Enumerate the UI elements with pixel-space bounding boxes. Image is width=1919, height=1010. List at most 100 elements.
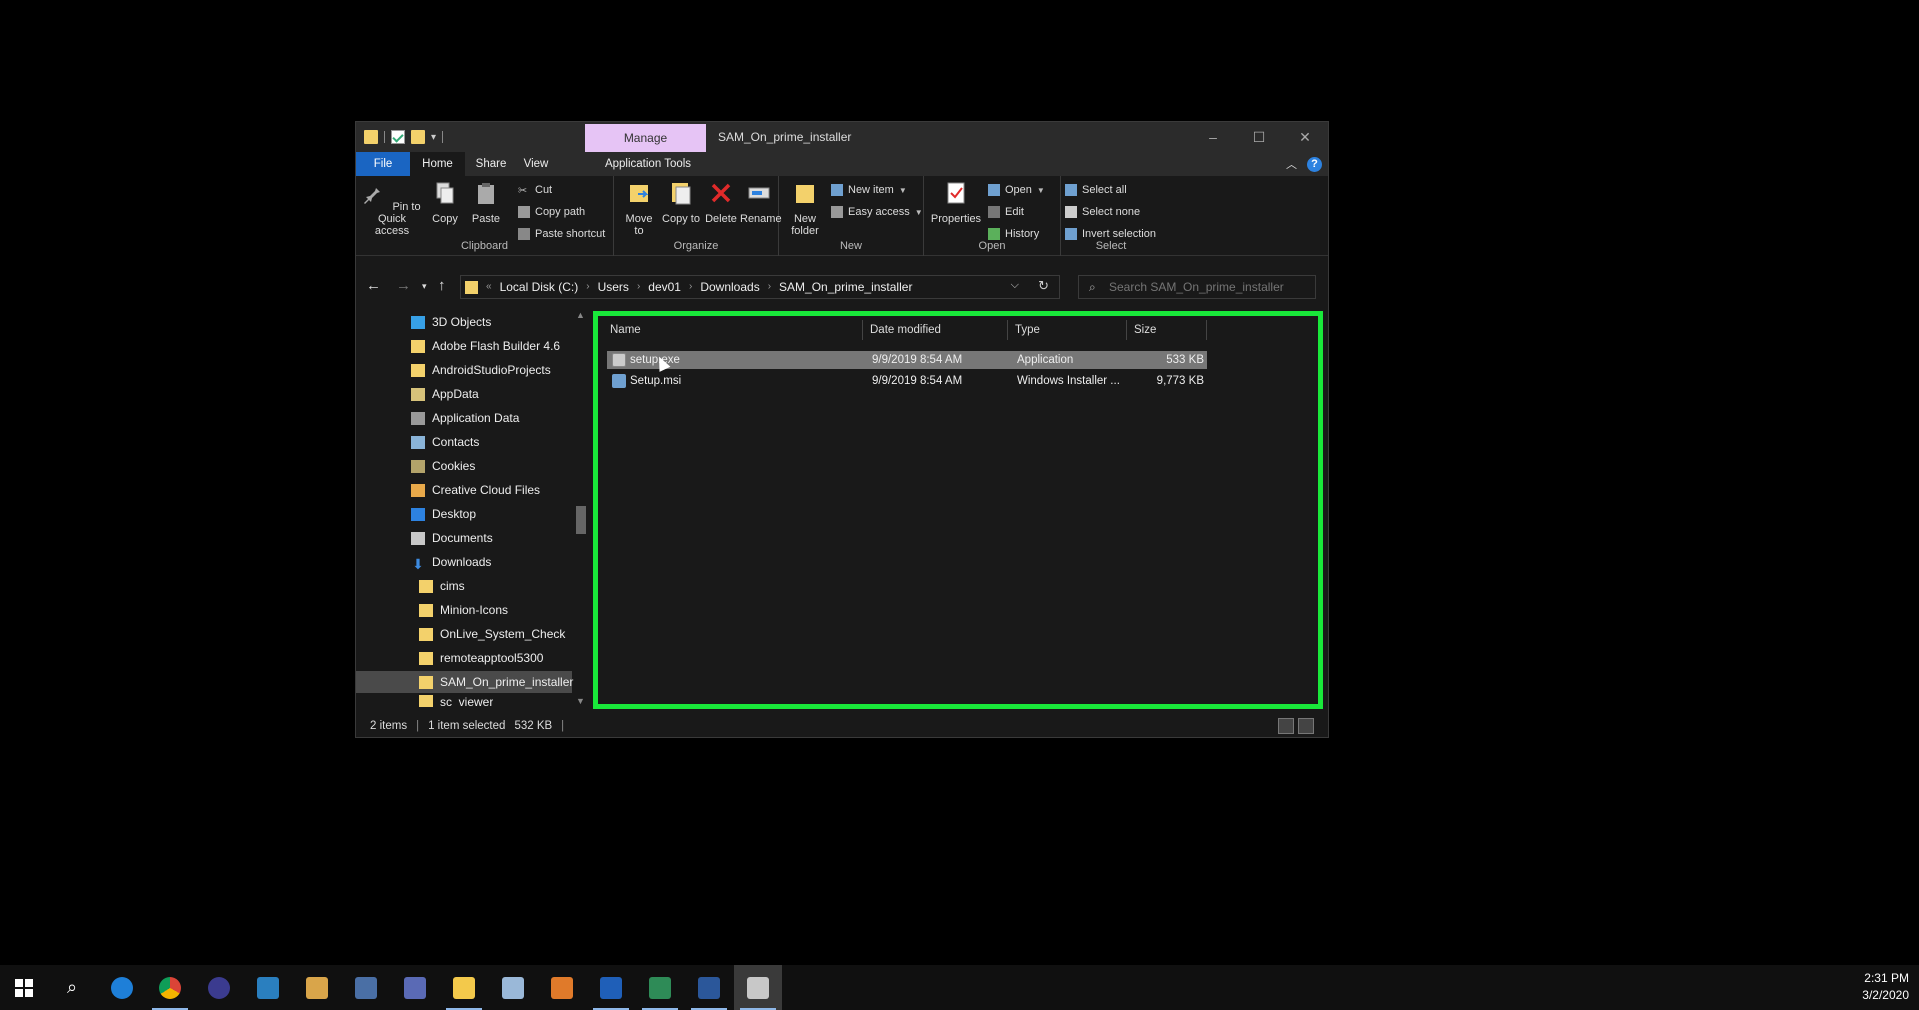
nav-item-3d-objects[interactable]: 3D Objects — [411, 311, 491, 333]
file-row-setup-msi[interactable]: Setup.msi 9/9/2019 8:54 AM Windows Insta… — [607, 372, 1207, 390]
tab-manage[interactable]: Manage — [585, 124, 706, 152]
nav-item-sc-viewer[interactable]: sc_viewer — [419, 695, 493, 707]
tab-file[interactable]: File — [356, 152, 410, 176]
nav-item-cims[interactable]: cims — [419, 575, 465, 597]
tab-home[interactable]: Home — [410, 152, 465, 176]
chevron-right-icon[interactable]: › — [768, 276, 771, 298]
nav-item-contacts[interactable]: Contacts — [411, 431, 479, 453]
taskbar-vpn[interactable] — [195, 965, 243, 1010]
move-to-button[interactable]: Move to — [620, 180, 658, 237]
nav-item-creative-cloud-files[interactable]: Creative Cloud Files — [411, 479, 540, 501]
paste-button[interactable]: Paste — [468, 180, 504, 225]
easy-access-button[interactable]: Easy access ▼ — [831, 203, 923, 221]
column-header-name[interactable]: Name — [603, 320, 863, 340]
up-arrow-icon[interactable]: ↑ — [438, 277, 446, 294]
nav-item-androidstudioprojects[interactable]: AndroidStudioProjects — [411, 359, 551, 381]
select-all-button[interactable]: Select all — [1065, 181, 1127, 199]
breadcrumb-local-disk[interactable]: Local Disk (C:) — [500, 276, 579, 298]
scrollbar-thumb[interactable] — [576, 506, 586, 534]
search-icon: ⌕ — [1089, 280, 1096, 294]
details-view-icon[interactable] — [1278, 718, 1294, 734]
chevron-right-icon[interactable]: › — [637, 276, 640, 298]
close-button[interactable]: ✕ — [1282, 122, 1328, 152]
file-size: 9,773 KB — [1156, 375, 1204, 387]
properties-button[interactable]: Properties — [928, 180, 984, 225]
file-date: 9/9/2019 8:54 AM — [872, 375, 963, 387]
taskbar-app-5[interactable] — [293, 965, 341, 1010]
properties-icon[interactable] — [391, 130, 405, 144]
taskbar-app-6[interactable] — [342, 965, 390, 1010]
start-button[interactable] — [0, 965, 48, 1010]
file-row-setup-exe[interactable]: setup.exe 9/9/2019 8:54 AM Application 5… — [607, 351, 1207, 369]
nav-item-application-data[interactable]: Application Data — [411, 407, 519, 429]
cut-button[interactable]: ✂ Cut — [518, 181, 552, 199]
tab-view[interactable]: View — [516, 152, 556, 176]
nav-item-sam-on-prime-installer[interactable]: SAM_On_prime_installer — [356, 671, 573, 693]
column-header-type[interactable]: Type — [1008, 320, 1127, 340]
back-arrow-icon[interactable]: ← — [366, 277, 381, 294]
nav-item-appdata[interactable]: AppData — [411, 383, 479, 405]
taskbar-edge[interactable] — [98, 965, 146, 1010]
customize-toolbar-icon[interactable]: ▾ — [431, 132, 436, 143]
column-header-date-modified[interactable]: Date modified — [863, 320, 1008, 340]
nav-item-documents[interactable]: Documents — [411, 527, 493, 549]
address-bar[interactable]: « Local Disk (C:) › Users › dev01 › Down… — [460, 275, 1060, 299]
taskbar-app-10[interactable] — [538, 965, 586, 1010]
nav-item-onlive-system-check[interactable]: OnLive_System_Check — [419, 623, 565, 645]
forward-arrow-icon[interactable]: → — [396, 277, 411, 294]
tab-share[interactable]: Share — [471, 152, 511, 176]
nav-scrollbar[interactable]: ▲ ▼ — [574, 310, 588, 706]
maximize-button[interactable]: ☐ — [1236, 122, 1282, 152]
chevron-right-icon[interactable]: › — [689, 276, 692, 298]
nav-item-adobe-flash-builder[interactable]: Adobe Flash Builder 4.6 — [411, 335, 560, 357]
search-input[interactable] — [1109, 278, 1309, 296]
pin-to-quick-access-button[interactable]: Pin to Quick access — [362, 180, 422, 237]
nav-item-downloads[interactable]: ⬇ Downloads — [411, 551, 491, 573]
large-icons-view-icon[interactable] — [1298, 718, 1314, 734]
new-folder-icon[interactable] — [411, 130, 425, 144]
select-none-button[interactable]: Select none — [1065, 203, 1140, 221]
breadcrumb-current-folder[interactable]: SAM_On_prime_installer — [779, 276, 912, 298]
new-item-button[interactable]: New item ▼ — [831, 181, 907, 199]
nav-item-desktop[interactable]: Desktop — [411, 503, 476, 525]
rename-button[interactable]: Rename — [740, 180, 782, 225]
breadcrumb-dev01[interactable]: dev01 — [648, 276, 681, 298]
taskbar-app-4[interactable] — [244, 965, 292, 1010]
taskbar-file-explorer[interactable] — [440, 965, 488, 1010]
search-box[interactable]: ⌕ — [1078, 275, 1316, 299]
taskbar-app-7[interactable] — [391, 965, 439, 1010]
clock-time: 2:31 PM — [1864, 971, 1909, 985]
chevron-down-icon[interactable]: ⌵ — [1011, 279, 1019, 292]
help-icon[interactable]: ? — [1307, 156, 1322, 172]
copy-path-button[interactable]: Copy path — [518, 203, 585, 221]
search-button[interactable]: ⌕ — [48, 965, 96, 1010]
new-folder-button[interactable]: New folder — [783, 180, 827, 237]
taskbar-app-14[interactable] — [734, 965, 782, 1010]
copy-to-button[interactable]: Copy to — [662, 180, 700, 225]
ribbon-tabs: File Home Share View Application Tools ︿… — [356, 152, 1328, 176]
delete-button[interactable]: Delete — [704, 180, 738, 225]
edit-button[interactable]: Edit — [988, 203, 1024, 221]
refresh-icon[interactable]: ↻ — [1038, 278, 1049, 294]
taskbar-word[interactable] — [685, 965, 733, 1010]
tab-application-tools[interactable]: Application Tools — [589, 152, 707, 176]
recent-locations-icon[interactable]: ▾ — [422, 281, 427, 292]
collapse-ribbon-icon[interactable]: ︿ — [1286, 156, 1297, 172]
minimize-button[interactable]: – — [1190, 122, 1236, 152]
taskbar-app-9[interactable] — [489, 965, 537, 1010]
system-clock[interactable]: 2:31 PM 3/2/2020 — [1862, 970, 1909, 1004]
column-header-size[interactable]: Size — [1127, 320, 1207, 340]
nav-item-cookies[interactable]: Cookies — [411, 455, 475, 477]
scroll-down-icon[interactable]: ▼ — [576, 696, 585, 706]
open-button[interactable]: Open ▼ — [988, 181, 1045, 199]
breadcrumb-downloads[interactable]: Downloads — [700, 276, 759, 298]
nav-item-remoteapptool5300[interactable]: remoteapptool5300 — [419, 647, 543, 669]
taskbar-app-12[interactable] — [636, 965, 684, 1010]
copy-button[interactable]: Copy — [428, 180, 462, 225]
taskbar-chrome[interactable] — [146, 965, 194, 1010]
scroll-up-icon[interactable]: ▲ — [576, 310, 585, 320]
taskbar-app-11[interactable] — [587, 965, 635, 1010]
chevron-right-icon[interactable]: › — [586, 276, 589, 298]
breadcrumb-users[interactable]: Users — [598, 276, 629, 298]
nav-item-minion-icons[interactable]: Minion-Icons — [419, 599, 508, 621]
